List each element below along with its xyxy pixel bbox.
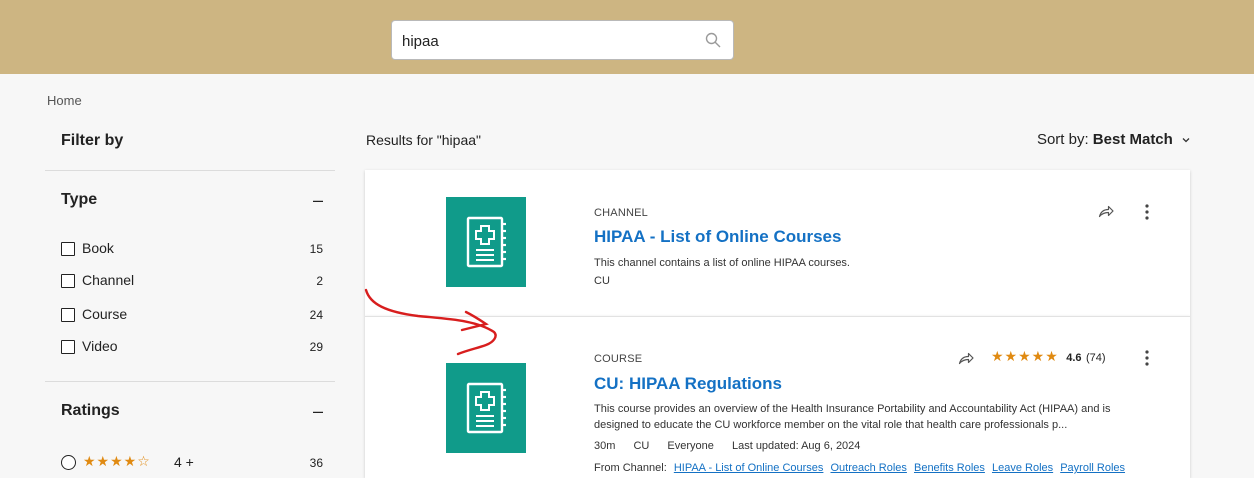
more-options-icon[interactable] (1144, 204, 1150, 220)
filter-option-label: Channel (82, 272, 135, 288)
result-thumbnail[interactable] (446, 363, 526, 453)
filter-option-course[interactable]: Course 24 (61, 305, 323, 327)
sort-value[interactable]: Best Match (1093, 131, 1173, 148)
search-icon[interactable] (705, 32, 721, 48)
result-rating: ★★★★★ 4.6 (74) (991, 348, 1106, 366)
from-channel-label: From Channel: (594, 462, 667, 474)
sort-dropdown[interactable]: Sort by: Best Match (1037, 131, 1191, 148)
result-audience: Everyone (667, 440, 714, 452)
divider (45, 381, 335, 382)
share-icon[interactable] (1098, 204, 1114, 218)
result-thumbnail[interactable] (446, 197, 526, 287)
channel-link[interactable]: Outreach Roles (830, 462, 906, 474)
book-medical-icon (466, 216, 506, 268)
checkbox[interactable] (61, 308, 75, 322)
filter-option-channel[interactable]: Channel 2 (61, 271, 323, 293)
top-header (0, 0, 1254, 74)
filter-option-book[interactable]: Book 15 (61, 239, 323, 261)
type-section-title: Type (61, 191, 98, 208)
result-type: CHANNEL (594, 207, 648, 219)
share-icon[interactable] (958, 351, 974, 365)
result-duration: 30m (594, 440, 616, 452)
rating-stars: ★★★★☆ (83, 453, 151, 469)
result-description: This channel contains a list of online H… (594, 257, 850, 269)
filter-title: Filter by (61, 132, 124, 149)
checkbox[interactable] (61, 242, 75, 256)
filter-option-label: Video (82, 338, 118, 354)
rating-stars: ★★★★★ (991, 348, 1059, 364)
result-title[interactable]: CU: HIPAA Regulations (594, 374, 782, 394)
annotation-arrow (364, 288, 497, 356)
ratings-collapse-button[interactable]: – (313, 401, 323, 422)
divider (45, 170, 335, 171)
rating-option-count: 36 (309, 456, 323, 470)
result-updated: Last updated: Aug 6, 2024 (731, 440, 861, 452)
results-heading: Results for "hipaa" (366, 132, 481, 148)
ratings-section-title: Ratings (61, 402, 120, 419)
filter-option-video[interactable]: Video 29 (61, 337, 323, 359)
search-input[interactable] (402, 30, 692, 52)
search-box[interactable] (391, 20, 734, 60)
channel-link[interactable]: HIPAA - List of Online Courses (674, 462, 824, 474)
rating-value: 4.6 (1066, 352, 1082, 364)
filter-option-label: Book (82, 240, 114, 256)
filter-option-count: 29 (309, 340, 323, 354)
type-collapse-button[interactable]: – (313, 190, 323, 211)
rating-option-4plus[interactable]: ★★★★☆ 4 + 36 (61, 453, 323, 475)
filter-option-count: 15 (309, 242, 323, 256)
result-title[interactable]: HIPAA - List of Online Courses (594, 227, 841, 247)
channel-link[interactable]: Payroll Roles (1060, 462, 1125, 474)
breadcrumb-home[interactable]: Home (47, 93, 82, 108)
result-owner: CU (633, 440, 650, 452)
result-description: This course provides an overview of the … (594, 403, 1111, 431)
rating-count: (74) (1085, 352, 1106, 364)
filter-option-count: 2 (316, 274, 323, 288)
filter-option-count: 24 (309, 308, 323, 322)
result-type: COURSE (594, 353, 643, 365)
rating-option-label: 4 + (174, 454, 194, 470)
from-channel-list: From Channel: HIPAA - List of Online Cou… (594, 462, 1125, 474)
result-owner: CU (594, 275, 610, 287)
book-medical-icon (466, 382, 506, 434)
sort-label: Sort by: (1036, 131, 1089, 148)
channel-link[interactable]: Leave Roles (992, 462, 1053, 474)
filter-option-label: Course (82, 306, 128, 322)
chevron-down-icon[interactable] (1181, 136, 1191, 144)
result-meta: 30m CU Everyone Last updated: Aug 6, 202… (594, 440, 875, 452)
checkbox[interactable] (61, 274, 75, 288)
channel-link[interactable]: Benefits Roles (914, 462, 985, 474)
checkbox[interactable] (61, 340, 75, 354)
more-options-icon[interactable] (1144, 350, 1150, 366)
radio-button[interactable] (61, 455, 76, 470)
